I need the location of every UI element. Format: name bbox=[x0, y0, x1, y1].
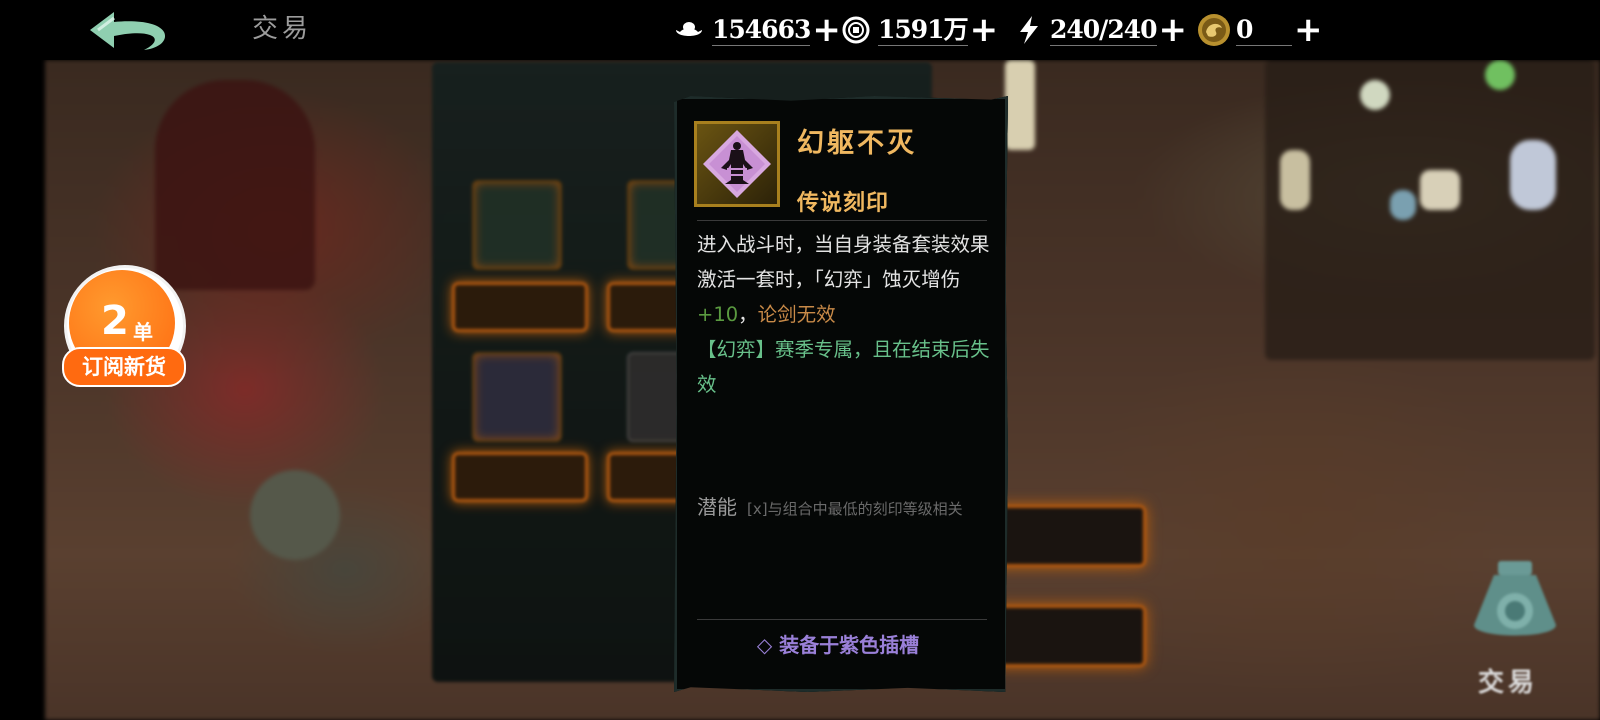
item-rarity: 传说刻印 bbox=[797, 190, 890, 216]
item-name: 幻躯不灭 bbox=[797, 128, 917, 159]
gold-dragon-coin-icon bbox=[1198, 14, 1230, 46]
inventory-slot[interactable] bbox=[472, 180, 562, 270]
potential-label: 潜能 bbox=[697, 495, 737, 519]
background-action-button[interactable] bbox=[990, 605, 1146, 667]
subscribe-count: 2 bbox=[101, 298, 129, 344]
potential-row: 潜能 [x]与组合中最低的刻印等级相关 bbox=[697, 491, 963, 520]
subscribe-unit: 单 bbox=[133, 320, 153, 344]
item-tooltip: 幻躯不灭 传说刻印 进入战斗时，当自身装备套装效果激活一套时，「幻弈」蚀灭增伤 +… bbox=[674, 96, 1008, 692]
potential-note: [x]与组合中最低的刻印等级相关 bbox=[747, 500, 963, 518]
inventory-slot-button[interactable] bbox=[452, 282, 588, 332]
damage-bonus-value: +10 bbox=[697, 303, 739, 326]
subscribe-label: 订阅新货 bbox=[62, 347, 186, 387]
resource-coins: 1591万 + bbox=[842, 10, 998, 50]
resource-silver: 154663 + bbox=[674, 10, 841, 50]
top-bar: 交易 154663 + 1591万 + 240/240 + 0 + bbox=[0, 0, 1600, 60]
inventory-slot[interactable] bbox=[472, 352, 562, 442]
add-stamina-button[interactable]: + bbox=[1159, 13, 1188, 47]
silver-ingot-icon bbox=[676, 22, 702, 36]
description-comma: ， bbox=[738, 303, 758, 326]
gold-value: 0 bbox=[1236, 15, 1292, 46]
resource-stamina: 240/240 + bbox=[1018, 10, 1187, 50]
divider bbox=[697, 220, 987, 221]
trade-bag-icon bbox=[1474, 561, 1556, 636]
back-button[interactable] bbox=[84, 8, 170, 54]
add-gold-button[interactable]: + bbox=[1294, 13, 1323, 47]
page-title: 交易 bbox=[252, 14, 313, 44]
back-arrow-icon bbox=[90, 12, 166, 50]
background-action-button[interactable] bbox=[990, 505, 1146, 567]
pvp-invalid-note: 论剑无效 bbox=[757, 303, 836, 326]
coins-value: 1591万 bbox=[878, 14, 969, 46]
stamina-value: 240/240 bbox=[1050, 14, 1158, 46]
resource-gold: 0 + bbox=[1196, 10, 1323, 50]
lightning-icon bbox=[1020, 16, 1038, 44]
copper-coin-icon bbox=[842, 16, 870, 44]
season-exclusive-note: 【幻弈】赛季专属，且在结束后失效 bbox=[697, 338, 990, 396]
subscribe-new-goods-button[interactable]: 2 单 订阅新货 bbox=[62, 265, 186, 391]
imprint-figure-icon bbox=[703, 130, 771, 198]
inventory-slot-button[interactable] bbox=[452, 452, 588, 502]
divider bbox=[697, 619, 987, 620]
add-coins-button[interactable]: + bbox=[970, 13, 999, 47]
slot-requirement: ◇ 装备于紫色插槽 bbox=[756, 633, 920, 657]
description-text: 进入战斗时，当自身装备套装效果激活一套时，「幻弈」蚀灭增伤 bbox=[697, 233, 990, 291]
add-silver-button[interactable]: + bbox=[812, 13, 841, 47]
silver-value: 154663 bbox=[712, 14, 811, 46]
item-icon-frame bbox=[694, 121, 780, 207]
item-description: 进入战斗时，当自身装备套装效果激活一套时，「幻弈」蚀灭增伤 +10，论剑无效 【幻… bbox=[697, 227, 992, 402]
trade-label: 交易 bbox=[1478, 668, 1539, 698]
